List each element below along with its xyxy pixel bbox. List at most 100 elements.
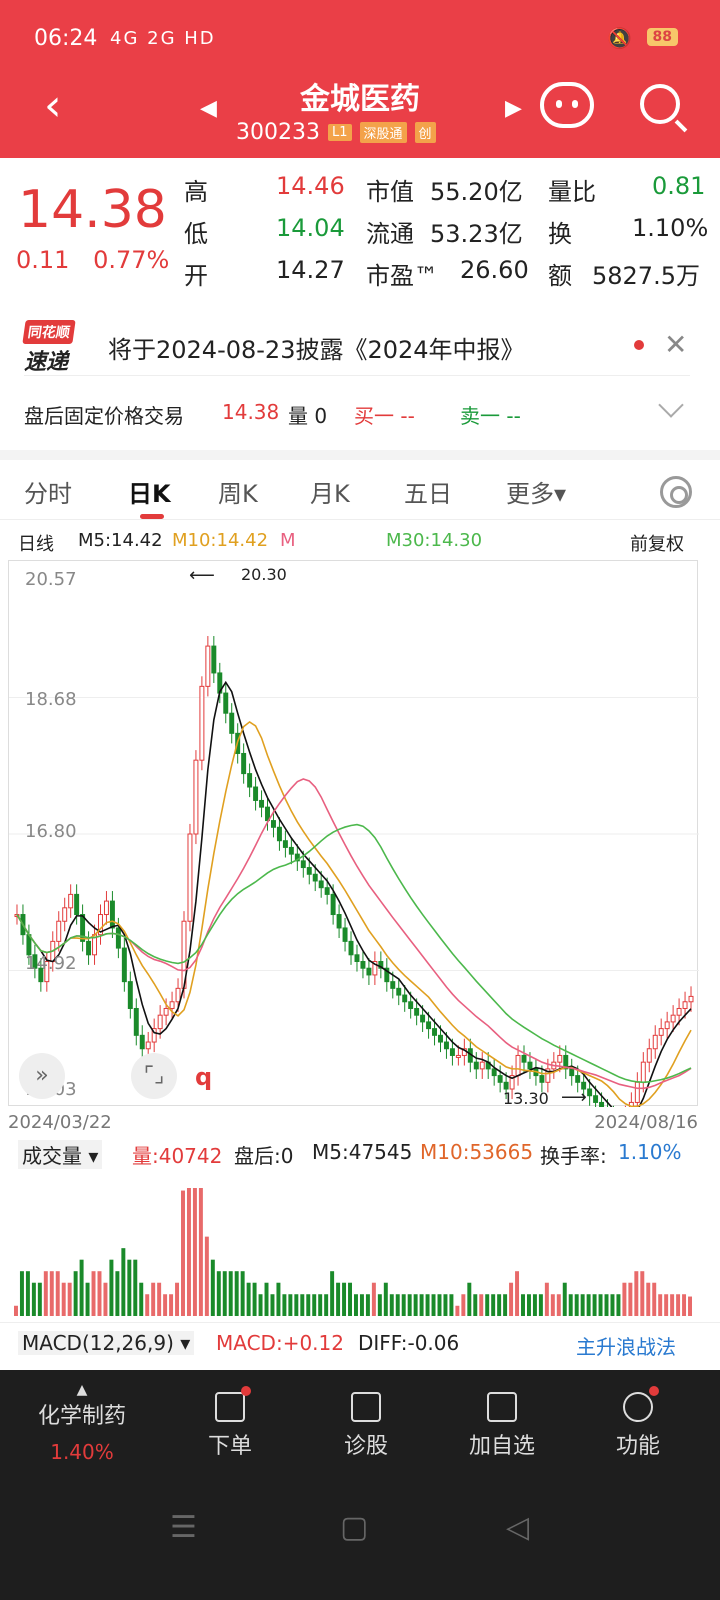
candle xyxy=(68,893,74,909)
kline-chart[interactable]: 20.57 18.68 16.80 14.92 13.03 20.30 ⟵ 13… xyxy=(8,560,699,1140)
candle xyxy=(157,1014,163,1030)
candle xyxy=(420,1014,426,1023)
search-icon[interactable] xyxy=(640,84,680,124)
tab-more[interactable]: 更多▾ xyxy=(506,474,566,509)
back-icon[interactable]: ◁ xyxy=(506,1510,529,1545)
order-label: 下单 xyxy=(207,1434,252,1459)
pe-value: 26.60 xyxy=(460,256,529,284)
volume-bar xyxy=(336,1282,341,1316)
candle xyxy=(503,1081,509,1090)
active-tab-indicator xyxy=(140,514,164,519)
volume-bar xyxy=(544,1282,549,1316)
volume-chart[interactable] xyxy=(8,1174,698,1316)
volume-bar xyxy=(91,1271,96,1316)
home-icon[interactable]: ▢ xyxy=(340,1510,368,1545)
sector-name: 化学制药 xyxy=(37,1404,126,1429)
tab-weekly-k[interactable]: 周K xyxy=(218,474,258,509)
diagnose-button[interactable]: 诊股 xyxy=(306,1386,426,1460)
chevron-down-icon[interactable] xyxy=(658,392,684,418)
indicator-selector[interactable]: 成交量 ▾ xyxy=(18,1140,103,1169)
candle xyxy=(86,940,92,956)
candle xyxy=(670,1014,676,1023)
candle xyxy=(497,1075,503,1083)
adjust-mode[interactable]: 前复权 xyxy=(630,530,684,556)
candle xyxy=(253,786,259,801)
candle xyxy=(587,1088,593,1097)
volume-bar xyxy=(19,1271,24,1316)
candle xyxy=(175,987,181,1003)
candle xyxy=(390,981,396,989)
volume-bar xyxy=(479,1294,484,1316)
candle xyxy=(599,1101,605,1110)
candle xyxy=(640,1061,646,1083)
close-icon[interactable]: ✕ xyxy=(664,328,687,361)
amount-value: 5827.5万 xyxy=(592,262,700,290)
candle xyxy=(688,995,694,1003)
candle xyxy=(103,900,109,916)
candle xyxy=(145,1041,151,1050)
mute-icon: 🔕 xyxy=(607,26,632,50)
candle xyxy=(324,887,330,895)
assistant-robot-icon[interactable] xyxy=(540,82,594,128)
quote-row: 开 14.27 市盈™ 26.60 额 5827.5万 xyxy=(184,256,714,298)
quote-grid: 高 14.46 市值 55.20亿 量比 0.81 低 14.04 流通 53.… xyxy=(184,172,714,298)
volume-bar xyxy=(437,1294,442,1316)
volume-bar xyxy=(246,1282,251,1316)
volume-bar xyxy=(562,1282,567,1316)
volume-bar xyxy=(61,1282,66,1316)
buy-one: 买一 -- xyxy=(354,404,415,428)
volume-bar xyxy=(228,1271,233,1316)
vol-m10: M10:53665 xyxy=(420,1140,534,1164)
announcement-banner[interactable]: 同花顺 速递 将于2024-08-23披露《2024年中报》 ✕ xyxy=(22,314,690,376)
low-value: 14.04 xyxy=(276,214,345,242)
macd-value: MACD:+0.12 xyxy=(216,1331,344,1355)
recent-apps-icon[interactable]: ☰ xyxy=(170,1510,197,1545)
volume-bar xyxy=(157,1282,162,1316)
candle xyxy=(127,981,133,1009)
afterhours-label: 盘后固定价格交易 xyxy=(24,404,184,428)
settings-icon[interactable] xyxy=(660,476,692,508)
pe-label: 市盈™ xyxy=(366,262,438,290)
tab-five-day[interactable]: 五日 xyxy=(404,474,452,509)
candle xyxy=(515,1054,521,1077)
tab-intraday[interactable]: 分时 xyxy=(24,474,72,509)
candle xyxy=(521,1054,527,1063)
candle xyxy=(557,1054,563,1063)
tab-monthly-k[interactable]: 月K xyxy=(310,474,350,509)
tag-l1: L1 xyxy=(327,124,352,141)
volume-bar xyxy=(175,1282,180,1316)
strategy-link[interactable]: 主升浪战法 xyxy=(576,1331,676,1360)
tab-daily-k[interactable]: 日K xyxy=(128,474,171,509)
candle xyxy=(133,1007,139,1036)
volume-bar xyxy=(401,1294,406,1316)
volume-bar xyxy=(192,1188,197,1316)
macd-selector[interactable]: MACD(12,26,9) ▾ xyxy=(18,1331,195,1355)
fullscreen-icon[interactable]: ⌜⌟ xyxy=(131,1053,177,1099)
candle xyxy=(664,1021,670,1030)
volume-bar xyxy=(592,1294,597,1316)
stock-name: 金城医药 xyxy=(300,82,420,117)
volume-bar xyxy=(25,1271,30,1316)
high-value: 14.46 xyxy=(276,172,345,200)
add-watchlist-button[interactable]: 加自选 xyxy=(442,1386,562,1460)
stock-code: 300233 xyxy=(236,120,320,145)
candle xyxy=(575,1075,581,1083)
volume-bar xyxy=(365,1294,370,1316)
candle xyxy=(270,820,276,828)
expand-icon[interactable]: » xyxy=(19,1053,65,1099)
volume-bar xyxy=(55,1271,60,1316)
order-button[interactable]: 下单 xyxy=(170,1386,290,1460)
candle xyxy=(342,927,348,942)
volume-bar xyxy=(467,1282,472,1316)
volume-bar xyxy=(395,1294,400,1316)
volume-bar xyxy=(79,1259,84,1316)
quote-row: 高 14.46 市值 55.20亿 量比 0.81 xyxy=(184,172,714,214)
next-stock-button[interactable]: ▶ xyxy=(505,96,522,121)
function-button[interactable]: 功能 xyxy=(578,1386,698,1460)
volume-bar xyxy=(115,1271,120,1316)
volume-bar xyxy=(628,1282,633,1316)
sector-info[interactable]: ▲ 化学制药 1.40% xyxy=(22,1382,142,1464)
volume-bar xyxy=(204,1236,209,1316)
volume-bar xyxy=(646,1282,651,1316)
ma30-label: M30:14.30 xyxy=(386,530,483,551)
